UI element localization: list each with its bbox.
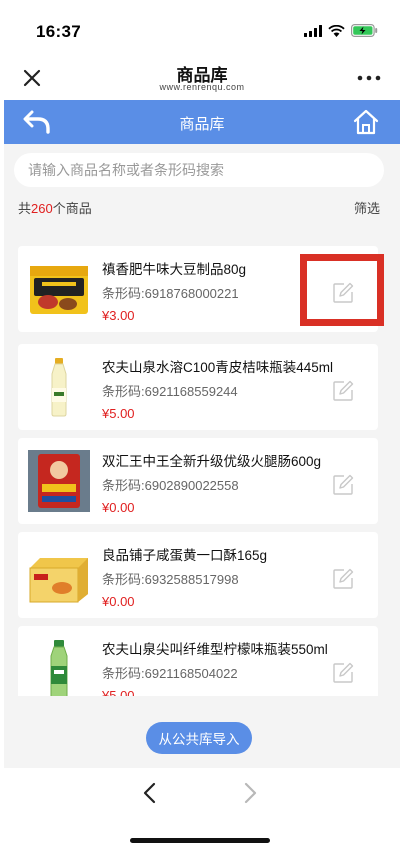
product-name: 良品铺子咸蛋黄一口酥165g xyxy=(102,548,268,563)
product-barcode: 条形码:6902890022558 xyxy=(102,478,239,493)
product-image-juice-bottle xyxy=(51,358,67,417)
product-barcode: 条形码:6921168504022 xyxy=(102,666,238,681)
count-number: 260 xyxy=(31,201,53,216)
product-list: 禛香肥牛味大豆制品80g 条形码:6918768000221 ¥3.00 农夫山… xyxy=(4,224,400,696)
highlight-box xyxy=(300,254,384,326)
product-price: ¥0.00 xyxy=(102,594,135,609)
signal-icon xyxy=(304,24,322,37)
title-header: 商品库 www.renrenqu.com xyxy=(0,54,404,100)
product-price: ¥0.00 xyxy=(102,500,135,515)
product-image-ham-sausage xyxy=(28,450,90,512)
status-icons xyxy=(304,24,378,37)
app-screen: 16:37 商品库 www.renrenqu.com 商品库 请输入商品名称或者… xyxy=(0,0,404,858)
search-area: 共260个商品 筛选 xyxy=(4,144,400,224)
nav-title: 商品库 xyxy=(179,116,225,133)
product-name: 农夫山泉尖叫纤维型柠檬味瓶装550ml xyxy=(102,642,328,657)
edit-icon[interactable] xyxy=(332,474,354,496)
product-barcode: 条形码:6921168559244 xyxy=(102,384,238,399)
import-from-public-library-button[interactable]: 从公共库导入 xyxy=(146,722,252,754)
product-card[interactable]: 良品铺子咸蛋黄一口酥165g 条形码:6932588517998 ¥0.00 xyxy=(18,532,378,618)
product-barcode: 条形码:6918768000221 xyxy=(102,286,239,301)
edit-icon[interactable] xyxy=(332,380,354,402)
product-count: 共260个商品 xyxy=(18,198,92,217)
product-name: 禛香肥牛味大豆制品80g xyxy=(102,262,247,277)
product-card[interactable]: 双汇王中王全新升级优级火腿肠600g 条形码:6902890022558 ¥0.… xyxy=(18,438,378,524)
product-name: 农夫山泉水溶C100青皮桔味瓶装445ml xyxy=(102,360,334,375)
count-suffix: 个商品 xyxy=(52,201,92,216)
status-time: 16:37 xyxy=(36,22,81,41)
search-input[interactable] xyxy=(14,153,384,187)
count-prefix: 共 xyxy=(18,201,32,216)
edit-icon[interactable] xyxy=(332,568,354,590)
home-indicator xyxy=(130,838,270,843)
wifi-icon xyxy=(328,24,345,37)
product-name: 双汇王中王全新升级优级火腿肠600g xyxy=(102,454,322,469)
page-subtitle: www.renrenqu.com xyxy=(159,82,245,92)
filter-button[interactable]: 筛选 xyxy=(354,198,380,217)
product-card[interactable]: 农夫山泉水溶C100青皮桔味瓶装445ml 条形码:6921168559244 … xyxy=(18,344,378,430)
product-image-bean-snack xyxy=(30,266,88,314)
bottom-bar xyxy=(0,768,404,858)
product-card[interactable]: 农夫山泉尖叫纤维型柠檬味瓶装550ml 条形码:6921168504022 ¥5… xyxy=(18,626,378,696)
product-image-drink-bottle xyxy=(50,640,68,696)
product-price: ¥5.00 xyxy=(102,688,135,696)
product-price: ¥5.00 xyxy=(102,406,135,421)
product-barcode: 条形码:6932588517998 xyxy=(102,572,239,587)
nav-bar: 商品库 xyxy=(4,100,400,144)
chevron-right-icon[interactable] xyxy=(238,780,262,806)
home-icon[interactable] xyxy=(352,108,380,136)
more-icon[interactable] xyxy=(354,70,384,86)
product-image-pastry-box xyxy=(29,558,88,603)
import-area: 从公共库导入 xyxy=(4,696,400,768)
battery-charging-icon xyxy=(351,24,378,37)
product-price: ¥3.00 xyxy=(102,308,135,323)
status-bar: 16:37 xyxy=(0,0,404,54)
edit-icon[interactable] xyxy=(332,662,354,684)
chevron-left-icon[interactable] xyxy=(138,780,162,806)
